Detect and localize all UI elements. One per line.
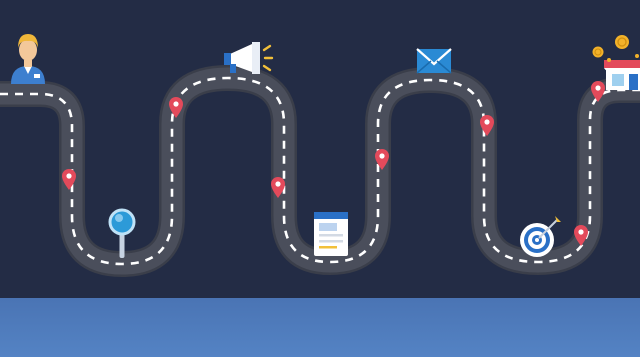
storefront-icon <box>604 60 640 90</box>
roadmap-infographic <box>0 0 640 357</box>
bottom-band <box>0 298 640 357</box>
envelope-icon <box>416 48 452 74</box>
document-icon <box>314 212 348 256</box>
